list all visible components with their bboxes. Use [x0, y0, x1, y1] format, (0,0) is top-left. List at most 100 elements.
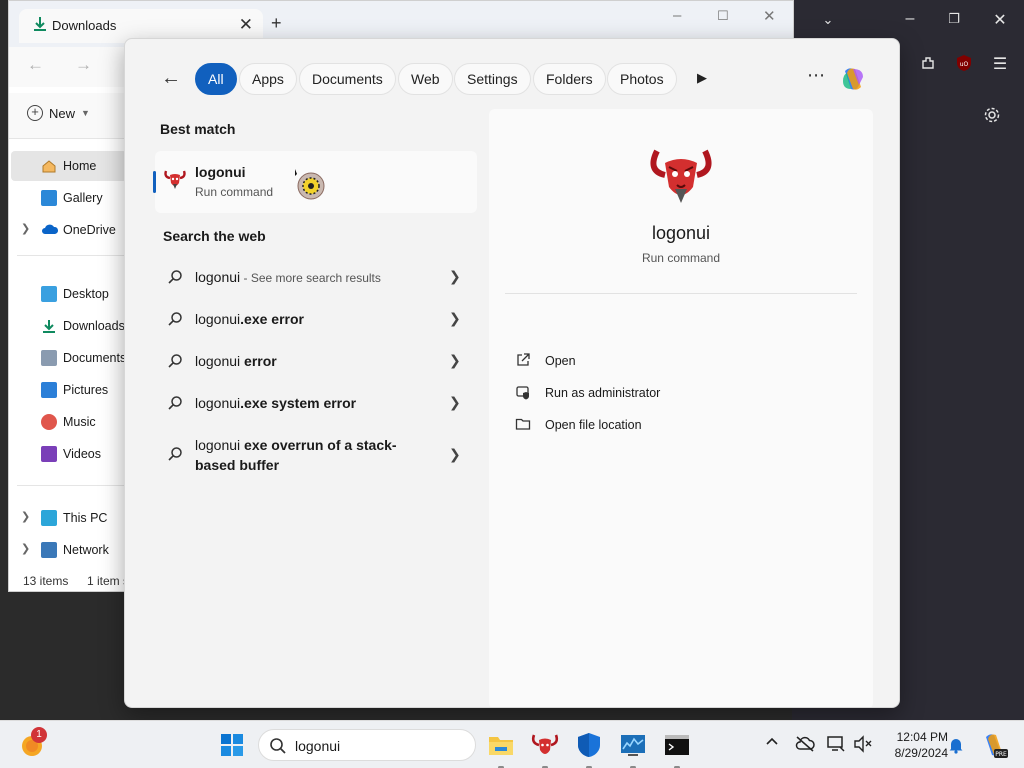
network-icon [41, 542, 57, 558]
sidebar-label: OneDrive [63, 223, 116, 237]
volume-muted-icon[interactable] [853, 735, 873, 756]
chevron-right-icon: ❯ [449, 394, 461, 410]
new-button[interactable]: + New ▼ [27, 105, 90, 121]
filter-all[interactable]: All [195, 63, 237, 95]
red-goat-app-icon [647, 141, 715, 205]
ublock-icon[interactable]: uO [954, 54, 974, 77]
web-result-row[interactable]: logonui - See more search results ❯ [155, 267, 471, 289]
new-tab-icon[interactable]: + [271, 13, 282, 34]
sidebar-label: Documents [63, 351, 127, 365]
action-run-as-admin[interactable]: Run as administrator [515, 381, 815, 405]
taskbar-search-box[interactable]: logonui [258, 729, 476, 761]
action-open[interactable]: Open [515, 349, 815, 373]
web-result-query: logonui [195, 437, 241, 453]
filter-settings[interactable]: Settings [454, 63, 531, 95]
tab-list-chevron-icon[interactable]: ⌄ [818, 12, 838, 28]
action-label: Open file location [545, 418, 642, 432]
chevron-right-icon: ❯ [449, 446, 461, 462]
sidebar-item-downloads[interactable]: Downloads [9, 311, 125, 341]
notification-badge: 1 [31, 727, 47, 743]
action-open-file-location[interactable]: Open file location [515, 413, 815, 437]
onedrive-cloud-icon [41, 222, 59, 238]
copilot-icon[interactable] [837, 63, 869, 95]
filter-apps[interactable]: Apps [239, 63, 297, 95]
maximize-button[interactable]: ☐ [717, 8, 729, 24]
search-icon [167, 446, 183, 465]
sidebar-item-desktop[interactable]: Desktop [9, 279, 125, 309]
filter-folders[interactable]: Folders [533, 63, 606, 95]
web-result-row[interactable]: logonui exe overrun of a stack-based buf… [155, 435, 471, 477]
chevron-right-icon[interactable]: ❯ [21, 510, 30, 523]
sidebar-label: Downloads [63, 319, 125, 333]
close-tab-icon[interactable]: ✕ [239, 15, 253, 35]
display-network-icon[interactable] [826, 735, 846, 756]
close-window-button[interactable]: ✕ [763, 7, 776, 25]
minimize-button[interactable]: – [673, 7, 681, 24]
copilot-pre-icon[interactable]: PRE [980, 731, 1008, 759]
web-result-row[interactable]: logonui error ❯ [155, 351, 471, 373]
chevron-right-icon[interactable]: ❯ [21, 222, 30, 235]
action-label: Run as administrator [545, 386, 661, 400]
chevron-right-icon[interactable]: ❯ [21, 542, 30, 555]
close-button[interactable]: ✕ [990, 10, 1010, 30]
svg-text:uO: uO [960, 61, 969, 68]
web-result-query: logonui [195, 269, 241, 285]
pictures-icon [41, 382, 57, 398]
start-windows-icon[interactable] [220, 733, 248, 761]
terminal-icon[interactable] [663, 731, 691, 759]
search-web-heading: Search the web [163, 228, 266, 244]
cloud-offline-icon[interactable] [795, 735, 815, 756]
sidebar-item-pictures[interactable]: Pictures [9, 375, 125, 405]
sidebar-item-videos[interactable]: Videos [9, 439, 125, 469]
sidebar-item-this-pc[interactable]: ❯ This PC [9, 503, 125, 533]
red-goat-app-icon [163, 167, 187, 191]
web-result-row[interactable]: logonui.exe error ❯ [155, 309, 471, 331]
gallery-icon [41, 190, 57, 206]
busy-cursor-icon [293, 168, 325, 203]
chevron-right-icon: ❯ [449, 268, 461, 284]
filter-web[interactable]: Web [398, 63, 453, 95]
minimize-button[interactable]: – [900, 10, 920, 28]
web-result-row[interactable]: logonui.exe system error ❯ [155, 393, 471, 415]
search-flyout: ← All Apps Documents Web Settings Folder… [124, 38, 900, 708]
extensions-icon[interactable] [918, 55, 938, 76]
play-more-filters-icon[interactable]: ▶ [697, 70, 707, 86]
sidebar-item-gallery[interactable]: Gallery [9, 183, 125, 213]
back-arrow-icon[interactable]: ← [161, 67, 181, 90]
settings-gear-icon[interactable] [982, 106, 1002, 129]
new-label: New [49, 105, 76, 121]
best-match-result[interactable]: logonui Run command [153, 151, 477, 213]
notification-bell-icon[interactable] [948, 736, 964, 757]
sidebar-item-network[interactable]: ❯ Network [9, 535, 125, 565]
back-arrow-icon[interactable]: ← [27, 55, 44, 75]
sidebar-item-home[interactable]: Home [11, 151, 127, 181]
restore-button[interactable]: ❐ [944, 11, 964, 27]
show-hidden-icons-chevron-icon[interactable] [765, 735, 779, 752]
sidebar-label: Music [63, 415, 96, 429]
selected-count: 1 item s [87, 574, 130, 588]
forward-arrow-icon[interactable]: → [75, 55, 92, 75]
plus-icon: + [27, 105, 43, 121]
security-shield-icon[interactable] [575, 731, 603, 759]
file-explorer-icon[interactable] [487, 731, 515, 759]
best-match-heading: Best match [160, 121, 236, 137]
filter-documents[interactable]: Documents [299, 63, 396, 95]
resource-monitor-icon[interactable] [619, 731, 647, 759]
menu-icon[interactable]: ☰ [990, 54, 1010, 74]
search-icon [167, 269, 183, 288]
sidebar-item-onedrive[interactable]: ❯ OneDrive [9, 215, 125, 245]
more-options-icon[interactable]: ⋯ [807, 65, 826, 86]
sidebar-label: Videos [63, 447, 101, 461]
detail-divider [505, 293, 857, 294]
red-goat-app-icon[interactable] [531, 731, 559, 759]
download-arrow-icon [33, 15, 47, 36]
filter-photos[interactable]: Photos [607, 63, 677, 95]
clock-time: 12:04 PM [896, 730, 948, 744]
sidebar-item-music[interactable]: Music [9, 407, 125, 437]
web-result-query: logonui [195, 353, 241, 369]
monitor-icon [41, 510, 57, 526]
taskbar: 1 logonui 12:04 PM 8/29/2024 PRE [0, 720, 1024, 768]
sidebar-label: Home [63, 159, 97, 173]
system-clock[interactable]: 12:04 PM 8/29/2024 [880, 729, 948, 761]
sidebar-item-documents[interactable]: Documents [9, 343, 127, 373]
